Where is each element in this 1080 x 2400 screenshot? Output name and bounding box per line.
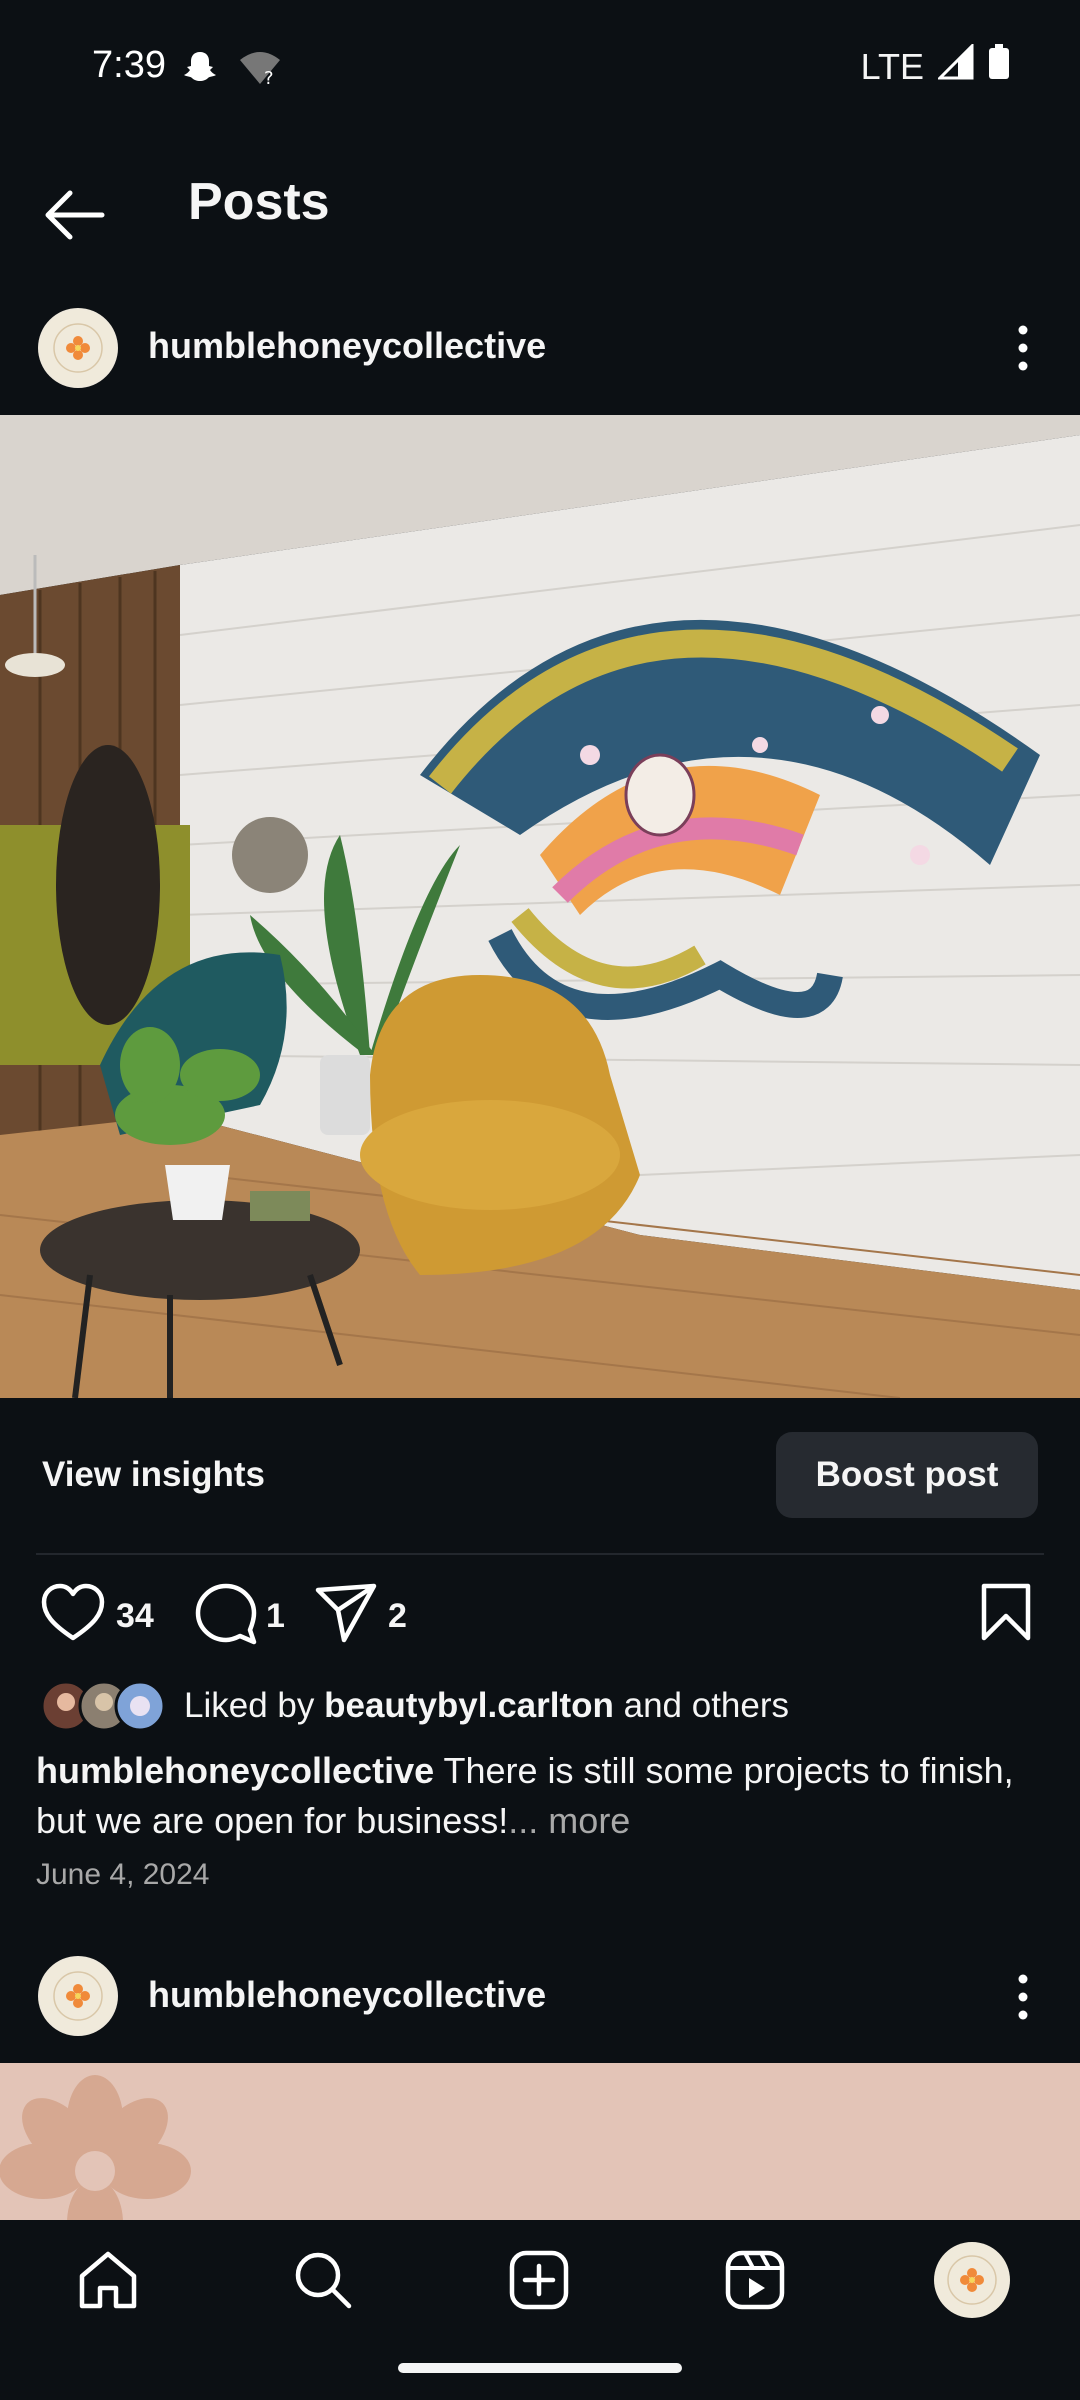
nav-create[interactable] [489,2240,589,2320]
divider [36,1553,1044,1555]
post-avatar[interactable] [38,308,118,388]
page-title: Posts [188,173,330,231]
search-icon [295,2252,352,2309]
boost-post-button[interactable]: Boost post [776,1432,1038,1518]
comment-icon [195,1583,257,1645]
liked-by-suffix: and others [613,1686,790,1725]
shares-count[interactable]: 2 [388,1597,407,1636]
flower-logo-icon [40,1958,116,2034]
reels-icon [725,2250,785,2310]
like-button[interactable] [40,1582,106,1649]
svg-text:?: ? [264,68,274,88]
post-image[interactable] [0,415,1080,1399]
signal-icon [936,42,974,89]
nav-profile[interactable] [922,2240,1022,2320]
save-button[interactable] [978,1582,1034,1647]
view-insights-link[interactable]: View insights [42,1455,265,1495]
caption-more-link[interactable]: ... more [508,1800,630,1841]
status-right: LTE [860,42,1010,89]
home-indicator[interactable] [398,2363,682,2373]
comments-count[interactable]: 1 [266,1597,285,1636]
post-options-button[interactable] [1003,318,1043,378]
more-vertical-icon [1018,325,1028,371]
liked-by-avatars[interactable] [40,1680,166,1732]
caption-username[interactable]: humblehoneycollective [36,1750,434,1791]
wifi-unknown-icon: ? [238,48,282,93]
profile-avatar [934,2242,1010,2318]
post-date: June 4, 2024 [36,1858,210,1891]
bookmark-icon [981,1583,1031,1641]
liked-by-username[interactable]: beautybyl.carlton [324,1686,614,1725]
nav-home[interactable] [58,2240,158,2320]
more-vertical-icon [1018,1974,1028,2020]
nav-search[interactable] [273,2240,373,2320]
post-avatar[interactable] [38,1956,118,2036]
nav-reels[interactable] [705,2240,805,2320]
post-username[interactable]: humblehoneycollective [148,1974,546,2016]
status-time: 7:39 [92,44,166,86]
post-username[interactable]: humblehoneycollective [148,325,546,367]
likes-count[interactable]: 34 [116,1597,154,1636]
network-label: LTE [860,45,924,87]
comment-button[interactable] [194,1582,258,1651]
post-caption: humblehoneycollective There is still som… [36,1746,1046,1846]
post-options-button[interactable] [1003,1967,1043,2027]
share-button[interactable] [314,1582,378,1651]
battery-icon [988,44,1010,89]
create-icon [509,2250,569,2310]
heart-icon [41,1583,105,1641]
liked-by-text[interactable]: Liked by beautybyl.carlton and others [184,1686,789,1726]
post-image[interactable] [0,2063,1080,2223]
send-icon [315,1583,377,1643]
snapchat-icon [180,48,220,93]
home-icon [79,2251,137,2309]
arrow-left-icon [45,190,105,240]
flower-logo-icon [40,310,116,386]
back-button[interactable] [40,180,110,250]
liked-by-prefix: Liked by [184,1686,325,1725]
